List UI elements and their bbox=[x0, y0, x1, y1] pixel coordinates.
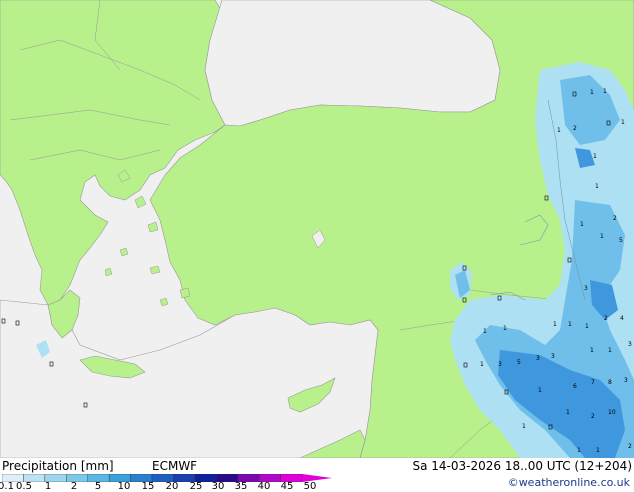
scale-tick-label: 40 bbox=[257, 481, 271, 492]
precip-label: 1 bbox=[608, 347, 612, 354]
scale-tick-label: 25 bbox=[189, 481, 203, 492]
precip-label: 2 bbox=[573, 125, 577, 132]
precip-label: 1 bbox=[566, 409, 570, 416]
scale-swatch bbox=[66, 474, 88, 482]
precip-label: 1 bbox=[603, 88, 607, 95]
precip-label: 1 bbox=[577, 447, 581, 454]
precip-label: 2 bbox=[613, 215, 617, 222]
scale-tick-label: 1 bbox=[44, 481, 52, 492]
precip-label: 1 bbox=[580, 221, 584, 228]
precip-label: 1 bbox=[595, 183, 599, 190]
precip-label: 3 bbox=[551, 353, 555, 360]
precip-label: 5 bbox=[517, 359, 521, 366]
precip-label: 1 bbox=[553, 321, 557, 328]
credit-link[interactable]: ©weatheronline.co.uk bbox=[508, 476, 630, 490]
scale-tick-label: 5 bbox=[94, 481, 102, 492]
scale-tick-label: 30 bbox=[211, 481, 225, 492]
precip-label: 1 bbox=[585, 323, 589, 330]
precip-label: 1 bbox=[596, 447, 600, 454]
precip-label: 3 bbox=[584, 285, 588, 292]
precip-label: 6 bbox=[573, 383, 577, 390]
scale-tick-label: 2 bbox=[70, 481, 78, 492]
scale-tick-label: 10 bbox=[117, 481, 131, 492]
model-name: ECMWF bbox=[152, 459, 198, 473]
precip-label: 1 bbox=[538, 387, 542, 394]
precip-label: 10 bbox=[608, 409, 616, 416]
valid-time: Sa 14-03-2026 18..00 UTC (12+204) bbox=[412, 459, 632, 473]
precip-label: 1 bbox=[593, 153, 597, 160]
precip-label: 2 bbox=[628, 443, 632, 450]
precip-label: 4 bbox=[620, 315, 624, 322]
scale-tick-label: 50 bbox=[303, 481, 317, 492]
precip-label: 1 bbox=[590, 347, 594, 354]
precipitation-map: 1 1 2 1 1 1 1 2 1 3 2 4 1 1 1 3 5 1 3 3 … bbox=[0, 0, 634, 458]
precip-label: 2 bbox=[591, 413, 595, 420]
scale-tick-label: 0.5 bbox=[16, 481, 32, 492]
precip-label: 1 bbox=[621, 119, 625, 126]
precip-label: 7 bbox=[591, 379, 595, 386]
precip-label: 2 bbox=[604, 315, 608, 322]
map-footer: Precipitation [mm] ECMWF Sa 14-03-2026 1… bbox=[0, 458, 634, 492]
scale-tick-label: 15 bbox=[141, 481, 155, 492]
scale-tick-label: 20 bbox=[165, 481, 179, 492]
legend-title: Precipitation [mm] bbox=[2, 459, 114, 473]
precip-label: 3 bbox=[624, 377, 628, 384]
scale-tick-label: 35 bbox=[234, 481, 248, 492]
precip-label: 3 bbox=[498, 361, 502, 368]
precip-label: 8 bbox=[608, 379, 612, 386]
precip-label: 3 bbox=[536, 355, 540, 362]
precip-label: 1 bbox=[503, 325, 507, 332]
scale-tick-label: 0.1 bbox=[0, 481, 14, 492]
precip-label: 1 bbox=[480, 361, 484, 368]
scale-tick-label: 45 bbox=[280, 481, 294, 492]
precip-label: 5 bbox=[619, 237, 623, 244]
precip-label: 1 bbox=[600, 233, 604, 240]
precip-label: 1 bbox=[522, 423, 526, 430]
precip-label: 1 bbox=[568, 321, 572, 328]
precip-label: 1 bbox=[557, 127, 561, 134]
precip-label: 1 bbox=[590, 89, 594, 96]
precip-label: 3 bbox=[628, 341, 632, 348]
precip-label: 1 bbox=[483, 328, 487, 335]
